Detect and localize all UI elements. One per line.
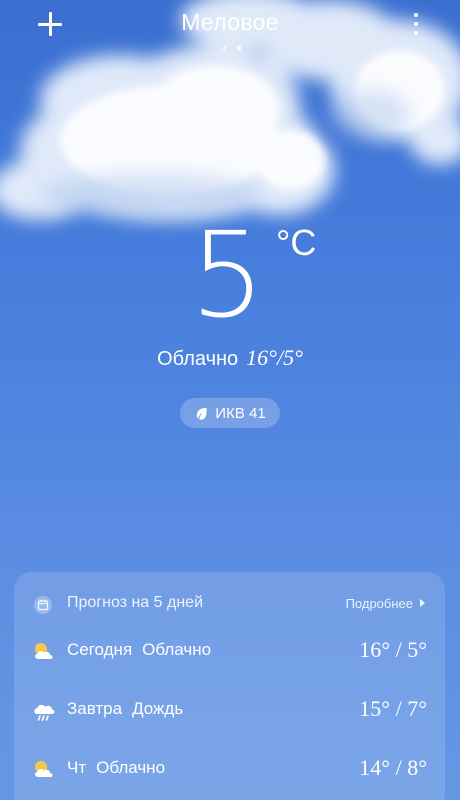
forecast-row[interactable]: Чт Облачно 14° / 8°: [14, 749, 445, 789]
current-temperature: 5: [190, 206, 265, 344]
forecast-temps: 14° / 8°: [359, 755, 427, 780]
page-indicator: [221, 45, 242, 51]
more-menu-button[interactable]: [406, 10, 426, 38]
top-bar: Меловое: [0, 0, 460, 60]
page-dot: [236, 45, 242, 51]
forecast-day-label: Чт Облачно: [67, 758, 165, 778]
leaf-icon: [197, 407, 208, 420]
city-name[interactable]: Меловое: [0, 9, 460, 36]
chevron-right-icon: [420, 599, 425, 607]
forecast-row[interactable]: Сегодня Облачно 16° / 5°: [14, 631, 445, 671]
forecast-day: Сегодня: [67, 640, 133, 659]
forecast-condition: Облачно: [96, 758, 166, 777]
forecast-day-label: Завтра Дождь: [67, 699, 183, 719]
forecast-more-link[interactable]: Подробнее: [346, 596, 425, 611]
forecast-condition: Облачно: [142, 640, 212, 659]
forecast-title: Прогноз на 5 дней: [67, 594, 203, 611]
forecast-day: Чт: [67, 758, 87, 777]
forecast-temps: 15° / 7°: [359, 696, 427, 721]
current-condition-line: Облачно 16°/5°: [0, 345, 460, 371]
forecast-more-label: Подробнее: [345, 596, 413, 611]
forecast-day-label: Сегодня Облачно: [67, 640, 211, 660]
location-arrow-icon: [221, 45, 226, 51]
rain-cloud-icon: [34, 704, 55, 721]
forecast-condition: Дождь: [132, 699, 184, 718]
forecast-temps: 16° / 5°: [359, 637, 427, 662]
more-vertical-icon: [414, 13, 418, 17]
partly-cloudy-icon: [35, 761, 53, 777]
aqi-badge[interactable]: ИКВ 41: [180, 398, 280, 428]
calendar-icon: [34, 596, 52, 614]
temperature-unit: °C: [276, 222, 317, 263]
partly-cloudy-icon: [35, 643, 53, 659]
forecast-card: Прогноз на 5 дней Подробнее Сегодня Облач…: [14, 572, 445, 800]
current-condition: Облачно: [157, 348, 239, 370]
current-temperature-block: 5 °C: [0, 210, 460, 340]
forecast-header: Прогноз на 5 дней Подробнее: [14, 592, 445, 618]
forecast-row[interactable]: Завтра Дождь 15° / 7°: [14, 690, 445, 730]
forecast-day: Завтра: [67, 699, 123, 718]
current-range: 16°/5°: [246, 345, 303, 370]
aqi-label: ИКВ 41: [215, 404, 266, 422]
